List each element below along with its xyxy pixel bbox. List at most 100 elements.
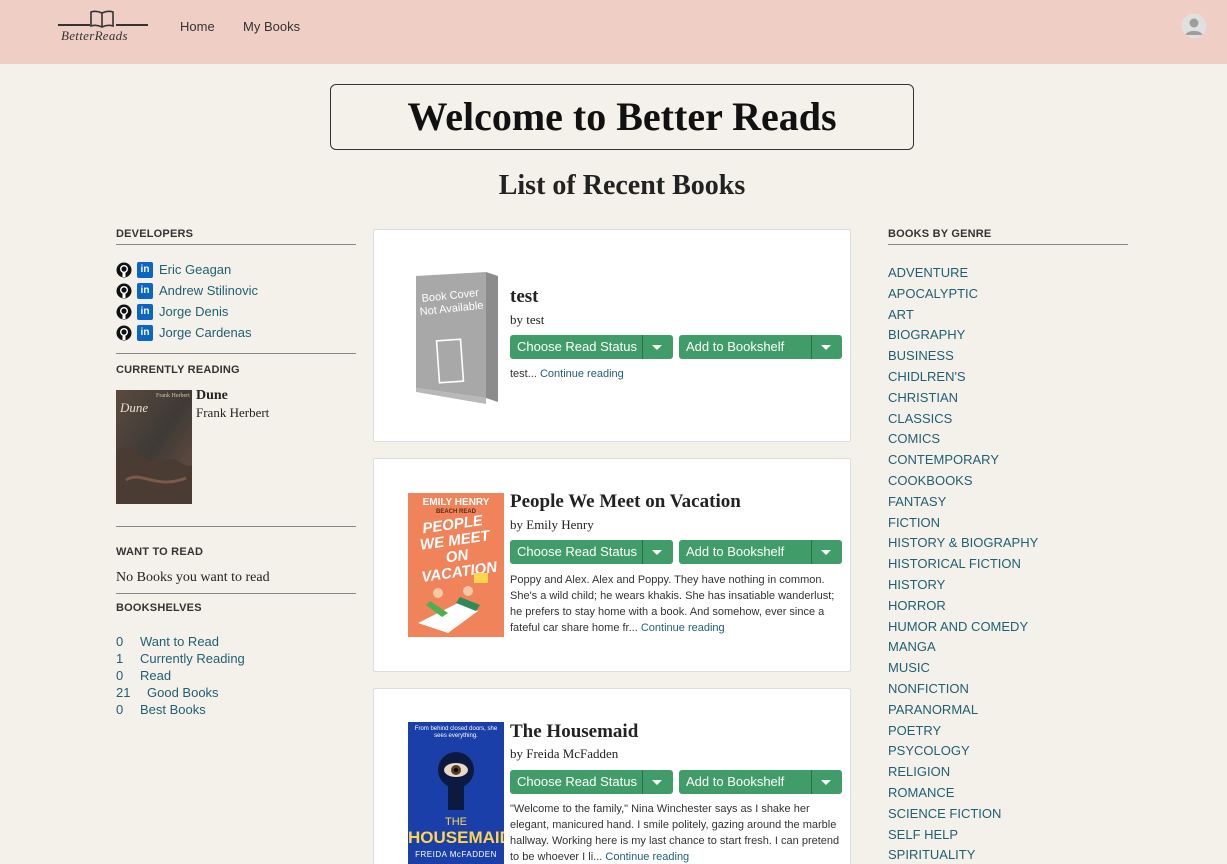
dropdown-separator <box>811 540 812 564</box>
bookshelf-link[interactable]: Want to Read <box>140 634 219 651</box>
developer-link[interactable]: Jorge Cardenas <box>159 325 252 340</box>
genre-link[interactable]: BUSINESS <box>888 346 1128 367</box>
genre-link[interactable]: SELF HELP <box>888 825 1128 846</box>
welcome-banner: Welcome to Better Reads <box>330 84 914 150</box>
genre-link[interactable]: MUSIC <box>888 658 1128 679</box>
bookshelf-count: 0 <box>116 634 124 649</box>
developer-row: in Jorge Denis <box>116 301 356 322</box>
dropdown-separator <box>642 540 643 564</box>
user-avatar[interactable] <box>1182 14 1206 38</box>
nav-home[interactable]: Home <box>180 19 215 34</box>
genre-link[interactable]: APOCALYPTIC <box>888 284 1128 305</box>
github-icon[interactable] <box>116 283 132 299</box>
genre-list: ADVENTURE APOCALYPTIC ART BIOGRAPHY BUSI… <box>888 263 1128 864</box>
github-icon[interactable] <box>116 325 132 341</box>
genre-link[interactable]: FICTION <box>888 513 1128 534</box>
cover-title-text: HOUSEMAID <box>408 828 504 847</box>
bookshelf-row[interactable]: 0 Want to Read <box>116 634 356 651</box>
add-to-bookshelf-dropdown[interactable]: Add to Bookshelf <box>679 540 842 564</box>
genre-link[interactable]: PARANORMAL <box>888 700 1128 721</box>
bookshelf-count: 1 <box>116 651 124 666</box>
nav-my-books[interactable]: My Books <box>243 19 300 34</box>
bookshelf-link[interactable]: Currently Reading <box>140 651 245 668</box>
bookshelves-heading: BOOKSHELVES <box>116 602 202 614</box>
read-status-dropdown[interactable]: Choose Read Status <box>510 335 673 359</box>
book-cover-placeholder[interactable]: Book Cover Not Available <box>414 272 500 404</box>
book-cover[interactable]: From behind closed doors, she sees every… <box>408 722 504 864</box>
bookshelf-row[interactable]: 1 Currently Reading <box>116 651 356 668</box>
genre-link[interactable]: PSYCOLOGY <box>888 741 1128 762</box>
linkedin-icon[interactable]: in <box>137 261 153 278</box>
bookshelf-row[interactable]: 0 Best Books <box>116 702 356 719</box>
genre-link[interactable]: FANTASY <box>888 492 1128 513</box>
bookshelf-row[interactable]: 21 Good Books <box>116 685 356 702</box>
genre-link[interactable]: NONFICTION <box>888 679 1128 700</box>
current-book-cover[interactable]: Frank Herbert Dune <box>116 390 192 504</box>
read-status-label: Choose Read Status <box>517 339 637 354</box>
genre-link[interactable]: RELIGION <box>888 762 1128 783</box>
developer-link[interactable]: Eric Geagan <box>159 262 231 277</box>
genre-link[interactable]: MANGA <box>888 637 1128 658</box>
book-cover[interactable]: EMILY HENRY BEACH READ PEOPLE WE MEET ON… <box>408 493 504 637</box>
logo-line-left <box>58 24 90 26</box>
left-sidebar: DEVELOPERS in Eric Geagan in Andrew Stil… <box>116 226 356 717</box>
genre-link[interactable]: POETRY <box>888 721 1128 742</box>
logo[interactable]: BetterReads <box>55 8 150 48</box>
genre-link[interactable]: ADVENTURE <box>888 263 1128 284</box>
genre-link[interactable]: COOKBOOKS <box>888 471 1128 492</box>
genre-link[interactable]: CHRISTIAN <box>888 388 1128 409</box>
genre-link[interactable]: SCIENCE FICTION <box>888 804 1128 825</box>
github-icon[interactable] <box>116 304 132 320</box>
genre-link[interactable]: HORROR <box>888 596 1128 617</box>
genre-link[interactable]: ROMANCE <box>888 783 1128 804</box>
genre-link[interactable]: CLASSICS <box>888 409 1128 430</box>
open-book-icon <box>90 10 114 28</box>
genre-link[interactable]: ART <box>888 305 1128 326</box>
book-author: by Freida McFadden <box>510 746 619 761</box>
bookshelf-label: Add to Bookshelf <box>686 339 785 354</box>
right-sidebar: BOOKS BY GENRE ADVENTURE APOCALYPTIC ART… <box>888 226 1128 864</box>
current-book-title[interactable]: Dune <box>196 388 228 404</box>
genre-link[interactable]: COMICS <box>888 429 1128 450</box>
linkedin-icon[interactable]: in <box>137 282 153 299</box>
linkedin-icon[interactable]: in <box>137 303 153 320</box>
bookshelf-label: Add to Bookshelf <box>686 774 785 789</box>
user-icon <box>1182 14 1206 38</box>
current-book-author: Frank Herbert <box>196 405 270 420</box>
bookshelf-link[interactable]: Good Books <box>147 685 219 702</box>
genre-link[interactable]: HUMOR AND COMEDY <box>888 617 1128 638</box>
continue-reading-link[interactable]: Continue reading <box>641 622 725 634</box>
developer-link[interactable]: Jorge Denis <box>159 304 228 319</box>
genre-link[interactable]: SPIRITUALITY <box>888 845 1128 864</box>
want-to-read-heading: WANT TO READ <box>116 546 204 558</box>
genre-heading: BOOKS BY GENRE <box>888 228 1128 245</box>
genre-link[interactable]: HISTORY <box>888 575 1128 596</box>
add-to-bookshelf-dropdown[interactable]: Add to Bookshelf <box>679 335 842 359</box>
genre-link[interactable]: CHIDLREN'S <box>888 367 1128 388</box>
read-status-dropdown[interactable]: Choose Read Status <box>510 770 673 794</box>
genre-link[interactable]: HISTORY & BIOGRAPHY <box>888 533 1128 554</box>
read-status-dropdown[interactable]: Choose Read Status <box>510 540 673 564</box>
bookshelf-link[interactable]: Best Books <box>140 702 206 719</box>
cover-illustration <box>418 573 488 633</box>
add-to-bookshelf-dropdown[interactable]: Add to Bookshelf <box>679 770 842 794</box>
divider <box>116 593 356 594</box>
genre-link[interactable]: BIOGRAPHY <box>888 325 1128 346</box>
book-title[interactable]: People We Meet on Vacation <box>510 491 741 513</box>
book-title[interactable]: The Housemaid <box>510 721 638 743</box>
book-title[interactable]: test <box>510 286 538 308</box>
bookshelf-row[interactable]: 0 Read <box>116 668 356 685</box>
linkedin-icon[interactable]: in <box>137 324 153 341</box>
cover-the-text: THE <box>445 816 467 828</box>
dropdown-separator <box>811 335 812 359</box>
bookshelf-link[interactable]: Read <box>140 668 171 685</box>
genre-link[interactable]: HISTORICAL FICTION <box>888 554 1128 575</box>
github-icon[interactable] <box>116 262 132 278</box>
genre-link[interactable]: CONTEMPORARY <box>888 450 1128 471</box>
continue-reading-link[interactable]: Continue reading <box>605 851 689 863</box>
developer-link[interactable]: Andrew Stilinovic <box>159 283 258 298</box>
divider <box>116 353 356 354</box>
book-card: Book Cover Not Available test by test Ch… <box>373 229 851 442</box>
continue-reading-link[interactable]: Continue reading <box>540 368 624 380</box>
developer-list: in Eric Geagan in Andrew Stilinovic in J… <box>116 259 356 343</box>
